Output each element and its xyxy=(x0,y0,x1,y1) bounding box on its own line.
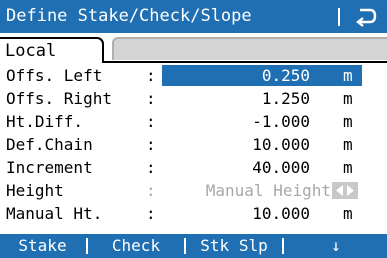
field-ht-diff[interactable]: Ht.Diff. : -1.000 m xyxy=(0,111,387,132)
field-value: 0.250 xyxy=(261,66,310,85)
stake-slope-softkey[interactable]: Stk Slp xyxy=(187,234,281,258)
field-colon: : xyxy=(146,181,156,200)
field-colon: : xyxy=(146,204,156,223)
field-label: Increment xyxy=(6,158,93,177)
field-label: Def.Chain xyxy=(6,135,93,154)
tab-label: Local xyxy=(5,41,57,61)
stake-check-slope-screen: Define Stake/Check/Slope Local Offs. Lef… xyxy=(0,0,387,258)
field-colon: : xyxy=(146,158,156,177)
tab-strip-background xyxy=(112,37,387,60)
back-icon[interactable] xyxy=(350,5,380,27)
field-colon: : xyxy=(146,89,156,108)
field-colon: : xyxy=(146,112,156,131)
height-mode-select: Manual Height xyxy=(205,181,331,200)
field-manual-ht[interactable]: Manual Ht. : 10.000 m xyxy=(0,203,387,224)
field-unit: m xyxy=(343,66,353,85)
field-value: 1.250 xyxy=(261,89,310,108)
field-value: 10.000 xyxy=(252,135,310,154)
field-value: -1.000 xyxy=(252,112,310,131)
left-right-arrows-icon xyxy=(332,182,358,199)
field-label: Ht.Diff. xyxy=(6,112,84,131)
field-increment[interactable]: Increment : 40.000 m xyxy=(0,157,387,178)
softkey-divider xyxy=(86,238,88,254)
field-offs-right[interactable]: Offs. Right : 1.250 m xyxy=(0,88,387,109)
title-bar: Define Stake/Check/Slope xyxy=(0,0,387,33)
softkey-divider xyxy=(282,238,284,254)
field-label: Manual Ht. xyxy=(6,204,103,223)
field-colon: : xyxy=(146,135,156,154)
field-label: Height xyxy=(6,181,64,200)
field-value: 40.000 xyxy=(252,158,310,177)
field-unit: m xyxy=(343,204,353,223)
field-unit: m xyxy=(343,135,353,154)
field-value: 10.000 xyxy=(252,204,310,223)
field-height[interactable]: Height : Manual Height xyxy=(0,180,387,201)
tab-strip: Local xyxy=(0,33,387,63)
check-softkey[interactable]: Check xyxy=(89,234,183,258)
more-softkeys-arrow-icon[interactable]: ↓ xyxy=(285,234,387,258)
window-title: Define Stake/Check/Slope xyxy=(6,6,252,26)
field-label: Offs. Left xyxy=(6,66,103,85)
field-unit: m xyxy=(343,112,353,131)
field-unit: m xyxy=(343,89,353,108)
softkey-bar: Stake Check Stk Slp ↓ xyxy=(0,234,387,258)
field-colon: : xyxy=(146,66,156,85)
field-list: Offs. Left : 0.250 m Offs. Right : 1.250… xyxy=(0,63,387,231)
tab-local[interactable]: Local xyxy=(0,37,104,63)
title-separator xyxy=(338,8,340,26)
field-def-chain[interactable]: Def.Chain : 10.000 m xyxy=(0,134,387,155)
field-unit: m xyxy=(343,158,353,177)
stake-softkey[interactable]: Stake xyxy=(0,234,85,258)
field-offs-left[interactable]: Offs. Left : 0.250 m xyxy=(0,65,387,86)
field-label: Offs. Right xyxy=(6,89,112,108)
softkey-divider xyxy=(184,238,186,254)
